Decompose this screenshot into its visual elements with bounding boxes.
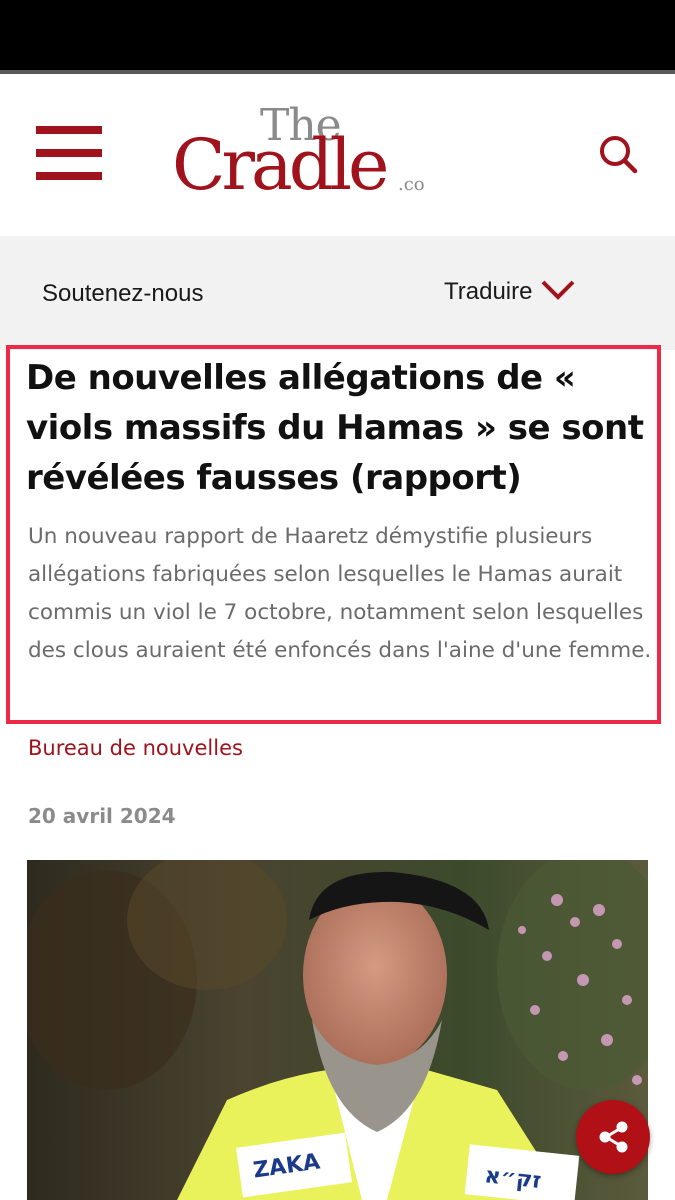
- support-us-link[interactable]: Soutenez-nous: [42, 280, 203, 308]
- translate-dropdown[interactable]: Traduire: [444, 278, 576, 312]
- site-logo[interactable]: The Cradle .co: [172, 104, 442, 204]
- chevron-down-icon: [540, 278, 576, 306]
- article-date: 20 avril 2024: [28, 804, 176, 828]
- menu-line: [36, 172, 102, 180]
- hamburger-menu-icon[interactable]: [36, 126, 102, 182]
- article-category-link[interactable]: Bureau de nouvelles: [28, 736, 243, 760]
- article-hero-image: ZAKA זק״א: [27, 860, 648, 1200]
- status-bar: [0, 0, 675, 70]
- site-header: The Cradle .co: [0, 74, 675, 236]
- translate-label: Traduire: [444, 278, 533, 305]
- secondary-nav-bar: Soutenez-nous Traduire: [0, 236, 675, 350]
- logo-domain-text: .co: [398, 174, 425, 195]
- article-title[interactable]: De nouvelles allégations de « viols mass…: [26, 353, 651, 503]
- menu-line: [36, 126, 102, 134]
- search-icon[interactable]: [596, 132, 640, 176]
- share-icon[interactable]: [576, 1100, 650, 1174]
- logo-cradle-text: Cradle: [172, 124, 389, 206]
- menu-line: [36, 149, 102, 157]
- article-summary: Un nouveau rapport de Haaretz démystifie…: [28, 524, 652, 663]
